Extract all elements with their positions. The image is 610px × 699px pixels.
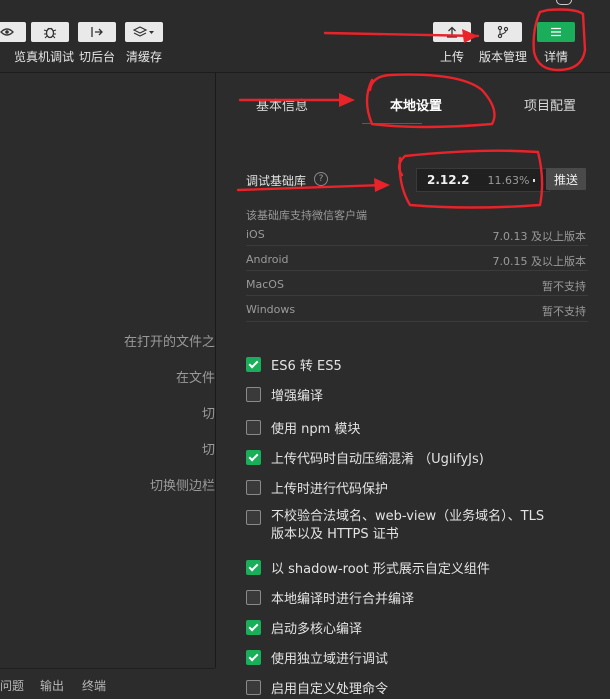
option-custom-commands[interactable]: 启用自定义处理命令 (246, 678, 388, 697)
checkbox[interactable] (246, 450, 261, 465)
details-label: 详情 (543, 50, 568, 64)
option-multicore-compile[interactable]: 启动多核心编译 (246, 618, 362, 637)
option-label: 启用自定义处理命令 (271, 682, 389, 697)
tab-problems[interactable]: 问题 (0, 677, 24, 694)
toolbar: 览 真机调试 切后台 清缓存 上传 版本管理 详情 (0, 0, 610, 73)
active-tab-indicator (362, 123, 422, 124)
dropdown-dot-icon (533, 178, 536, 182)
switch-background-button[interactable]: 切后台 (78, 22, 116, 65)
option-label: 上传时进行代码保护 (271, 482, 389, 497)
checkbox[interactable] (246, 510, 261, 525)
option-uglify-on-upload[interactable]: 上传代码时自动压缩混淆 （UglifyJs) (246, 448, 484, 467)
branch-icon (484, 22, 522, 42)
platform-value: 7.0.13 及以上版本 (492, 230, 586, 243)
platform-value: 暂不支持 (542, 305, 586, 318)
divider (246, 321, 588, 322)
tab-terminal[interactable]: 终端 (82, 677, 106, 694)
base-library-label: 调试基础库 (246, 174, 307, 188)
upload-button[interactable]: 上传 (433, 22, 471, 65)
option-label-line2: 版本以及 HTTPS 证书 (271, 527, 399, 542)
hint-text: 切 (201, 443, 215, 458)
hint-text: 在文件 (175, 371, 215, 386)
checkbox[interactable] (246, 560, 261, 575)
platform-name: Windows (246, 303, 296, 316)
platform-row: Android 7.0.15 及以上版本 (246, 253, 586, 268)
divider (246, 295, 588, 296)
bug-icon (31, 22, 69, 42)
base-library-select[interactable]: 2.12.2 11.63% (416, 168, 550, 192)
option-es6-to-es5[interactable]: ES6 转 ES5 (246, 355, 342, 374)
platform-row: MacOS 暂不支持 (246, 278, 586, 293)
checkbox[interactable] (246, 480, 261, 495)
checkbox[interactable] (246, 420, 261, 435)
option-merge-compile[interactable]: 本地编译时进行合并编译 (246, 588, 414, 607)
divider (246, 270, 588, 271)
badge-icon (556, 0, 572, 5)
option-label: 增强编译 (271, 389, 324, 404)
version-management-label: 版本管理 (479, 50, 528, 64)
switch-background-label: 切后台 (78, 50, 115, 64)
checkbox[interactable] (246, 357, 261, 372)
platform-value: 暂不支持 (542, 280, 586, 293)
option-label: 启动多核心编译 (271, 622, 363, 637)
hint-text: 在打开的文件之 (123, 335, 215, 350)
checkbox[interactable] (246, 650, 261, 665)
option-separate-domain-debug[interactable]: 使用独立域进行调试 (246, 648, 388, 667)
divider (246, 245, 588, 246)
option-npm-modules[interactable]: 使用 npm 模块 (246, 418, 360, 437)
option-label: 以 shadow-root 形式展示自定义组件 (271, 562, 490, 577)
option-label: ES6 转 ES5 (271, 359, 342, 374)
platform-name: iOS (246, 228, 265, 241)
upload-icon (433, 22, 471, 42)
option-skip-domain-check[interactable]: 不校验合法域名、web-view（业务域名）、TLS 版本以及 HTTPS 证书 (246, 508, 544, 544)
platform-row: Windows 暂不支持 (246, 303, 586, 318)
platform-name: Android (246, 253, 289, 266)
hint-text: 切换侧边栏 (149, 479, 215, 494)
tab-output[interactable]: 输出 (40, 677, 64, 694)
menu-icon (537, 22, 575, 42)
checkbox[interactable] (246, 387, 261, 402)
support-text: 该基础库支持微信客户端 (246, 209, 367, 222)
debug-device-button[interactable]: 真机调试 (26, 22, 74, 65)
hint-text: 切 (201, 407, 215, 422)
version-management-button[interactable]: 版本管理 (479, 22, 527, 65)
platform-name: MacOS (246, 278, 284, 291)
platform-row: iOS 7.0.13 及以上版本 (246, 228, 586, 243)
switch-background-icon (78, 22, 116, 42)
option-enhanced-compile[interactable]: 增强编译 (246, 385, 323, 404)
platform-value: 7.0.15 及以上版本 (492, 255, 586, 268)
push-button[interactable]: 推送 (546, 168, 586, 190)
tab-project-config[interactable]: 项目配置 (524, 95, 576, 114)
option-label: 使用独立域进行调试 (271, 652, 389, 667)
library-version: 2.12.2 (427, 173, 470, 187)
debug-device-label: 真机调试 (26, 50, 75, 64)
editor-placeholder: 在打开的文件之 在文件 切 切 切换侧边栏 (0, 73, 216, 668)
option-label: 使用 npm 模块 (271, 422, 361, 437)
library-percent: 11.63% (487, 173, 530, 187)
details-panel: 基本信息 本地设置 项目配置 调试基础库 ? 2.12.2 11.63% 推送 … (216, 73, 610, 698)
bottom-panel-tabs: 问题 输出 终端 (0, 668, 215, 699)
checkbox[interactable] (246, 590, 261, 605)
option-label: 不校验合法域名、web-view（业务域名）、TLS 版本以及 HTTPS 证书 (271, 508, 544, 544)
clear-cache-label: 清缓存 (125, 50, 162, 64)
tab-basic-info[interactable]: 基本信息 (256, 95, 308, 114)
upload-label: 上传 (439, 50, 464, 64)
preview-button[interactable]: 览 (0, 22, 26, 65)
option-label-line1: 不校验合法域名、web-view（业务域名）、TLS (271, 509, 545, 524)
preview-label: 览 (13, 50, 26, 64)
layers-icon (125, 22, 163, 42)
option-label: 本地编译时进行合并编译 (271, 592, 415, 607)
clear-cache-button[interactable]: 清缓存 (125, 22, 163, 65)
option-code-protection[interactable]: 上传时进行代码保护 (246, 478, 388, 497)
tab-local-settings[interactable]: 本地设置 (390, 95, 442, 114)
option-label: 上传代码时自动压缩混淆 （UglifyJs) (271, 452, 484, 467)
preview-icon (0, 22, 26, 42)
help-icon[interactable]: ? (314, 172, 328, 186)
option-shadow-root[interactable]: 以 shadow-root 形式展示自定义组件 (246, 558, 490, 577)
checkbox[interactable] (246, 620, 261, 635)
checkbox[interactable] (246, 680, 261, 695)
details-button[interactable]: 详情 (537, 22, 575, 65)
